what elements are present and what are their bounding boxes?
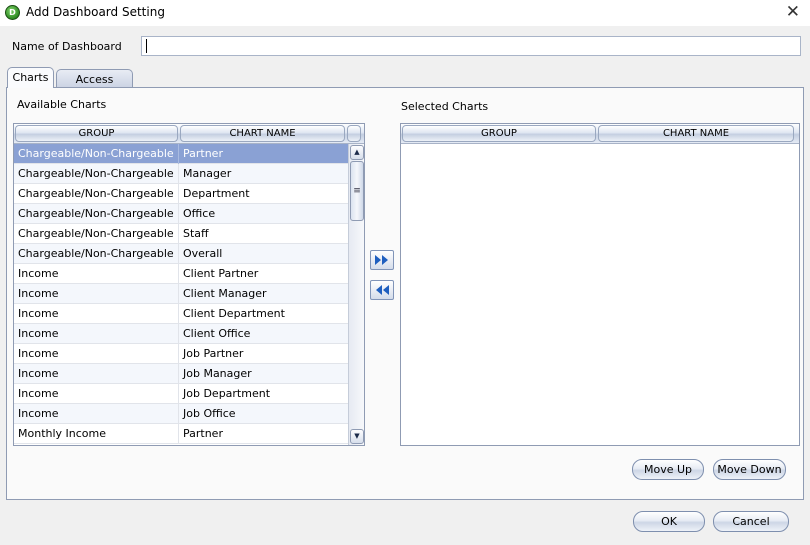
chart-name-cell: Client Partner [183, 267, 259, 280]
table-row[interactable]: Chargeable/Non-Chargeable Department [14, 184, 364, 204]
available-header-chart-name[interactable]: CHART NAME [180, 125, 345, 142]
charts-tab-panel: Available Charts GROUP CHART NAME Charge… [6, 87, 804, 500]
available-header-corner [347, 125, 361, 142]
table-row[interactable]: Income Job Partner [14, 344, 364, 364]
move-up-button[interactable]: Move Up [632, 459, 704, 480]
group-cell: Income [14, 324, 179, 344]
table-row[interactable]: Monthly Income Partner [14, 424, 364, 444]
table-row[interactable]: Income Client Office [14, 324, 364, 344]
add-selected-button[interactable] [370, 250, 394, 270]
group-cell: Income [14, 404, 179, 424]
available-scrollbar[interactable]: ▲ ≡ ▼ [348, 144, 364, 445]
title-bar: D Add Dashboard Setting ✕ [0, 0, 810, 26]
table-row[interactable]: Chargeable/Non-Chargeable Overall [14, 244, 364, 264]
selected-header-group[interactable]: GROUP [402, 125, 596, 142]
selected-grid-header: GROUP CHART NAME [401, 124, 799, 144]
chart-name-cell: Office [183, 207, 216, 220]
chart-name-cell: Client Manager [183, 287, 267, 300]
group-cell: Chargeable/Non-Chargeable [14, 204, 179, 224]
group-cell: Income [14, 284, 179, 304]
move-down-button[interactable]: Move Down [713, 459, 786, 480]
tab-charts[interactable]: Charts [7, 67, 54, 88]
scroll-up-icon[interactable]: ▲ [350, 145, 364, 160]
group-cell: Income [14, 304, 179, 324]
group-cell: Income [14, 264, 179, 284]
table-row[interactable]: Chargeable/Non-Chargeable Office [14, 204, 364, 224]
ok-button[interactable]: OK [633, 511, 705, 532]
group-cell: Income [14, 384, 179, 404]
chart-name-cell: Client Department [183, 307, 285, 320]
table-row[interactable]: Income Client Manager [14, 284, 364, 304]
chart-name-cell: Job Department [183, 387, 271, 400]
group-cell: Chargeable/Non-Chargeable [14, 224, 179, 244]
selected-charts-grid: GROUP CHART NAME [400, 123, 800, 446]
table-row[interactable]: Income Client Partner [14, 264, 364, 284]
chart-name-cell: Client Office [183, 327, 251, 340]
table-row[interactable]: Income Job Department [14, 384, 364, 404]
selected-header-chart-name[interactable]: CHART NAME [598, 125, 794, 142]
table-row[interactable]: Chargeable/Non-Chargeable Manager [14, 164, 364, 184]
name-of-dashboard-label: Name of Dashboard [12, 40, 122, 53]
table-row[interactable]: Income Job Office [14, 404, 364, 424]
group-cell: Income [14, 364, 179, 384]
window-title: Add Dashboard Setting [26, 5, 165, 19]
table-row[interactable]: Chargeable/Non-Chargeable Partner [14, 144, 364, 164]
chart-name-cell: Job Manager [183, 367, 252, 380]
available-charts-grid: GROUP CHART NAME Chargeable/Non-Chargeab… [13, 123, 365, 446]
chart-name-cell: Manager [183, 167, 232, 180]
table-row[interactable]: Income Client Department [14, 304, 364, 324]
available-grid-header: GROUP CHART NAME [14, 124, 364, 144]
chart-name-cell: Overall [183, 247, 223, 260]
app-logo-icon: D [5, 5, 20, 20]
chart-name-cell: Partner [183, 427, 223, 440]
group-cell: Chargeable/Non-Chargeable [14, 184, 179, 204]
table-row[interactable]: Chargeable/Non-Chargeable Staff [14, 224, 364, 244]
available-grid-body: Chargeable/Non-Chargeable Partner Chargeab… [14, 144, 364, 444]
chart-name-cell: Job Office [183, 407, 236, 420]
group-cell: Chargeable/Non-Chargeable [14, 164, 179, 184]
group-cell: Chargeable/Non-Chargeable [14, 244, 179, 264]
scroll-thumb[interactable]: ≡ [350, 161, 364, 221]
close-icon[interactable]: ✕ [786, 2, 800, 22]
scroll-down-icon[interactable]: ▼ [350, 429, 364, 444]
group-cell: Chargeable/Non-Chargeable [14, 144, 179, 164]
chart-name-cell: Partner [183, 147, 223, 160]
text-caret [146, 39, 147, 53]
selected-charts-label: Selected Charts [401, 100, 489, 113]
table-row[interactable]: Income Job Manager [14, 364, 364, 384]
available-header-group[interactable]: GROUP [15, 125, 178, 142]
cancel-button[interactable]: Cancel [713, 511, 789, 532]
double-right-arrow-icon [375, 255, 388, 265]
available-charts-label: Available Charts [17, 98, 107, 111]
chart-name-cell: Job Partner [183, 347, 244, 360]
chart-name-cell: Staff [183, 227, 209, 240]
tab-access-rights[interactable]: Access Rights [56, 69, 133, 105]
name-of-dashboard-input[interactable] [141, 36, 801, 56]
remove-selected-button[interactable] [370, 280, 394, 300]
group-cell: Monthly Income [14, 424, 179, 444]
double-left-arrow-icon [376, 285, 389, 295]
group-cell: Income [14, 344, 179, 364]
chart-name-cell: Department [183, 187, 250, 200]
